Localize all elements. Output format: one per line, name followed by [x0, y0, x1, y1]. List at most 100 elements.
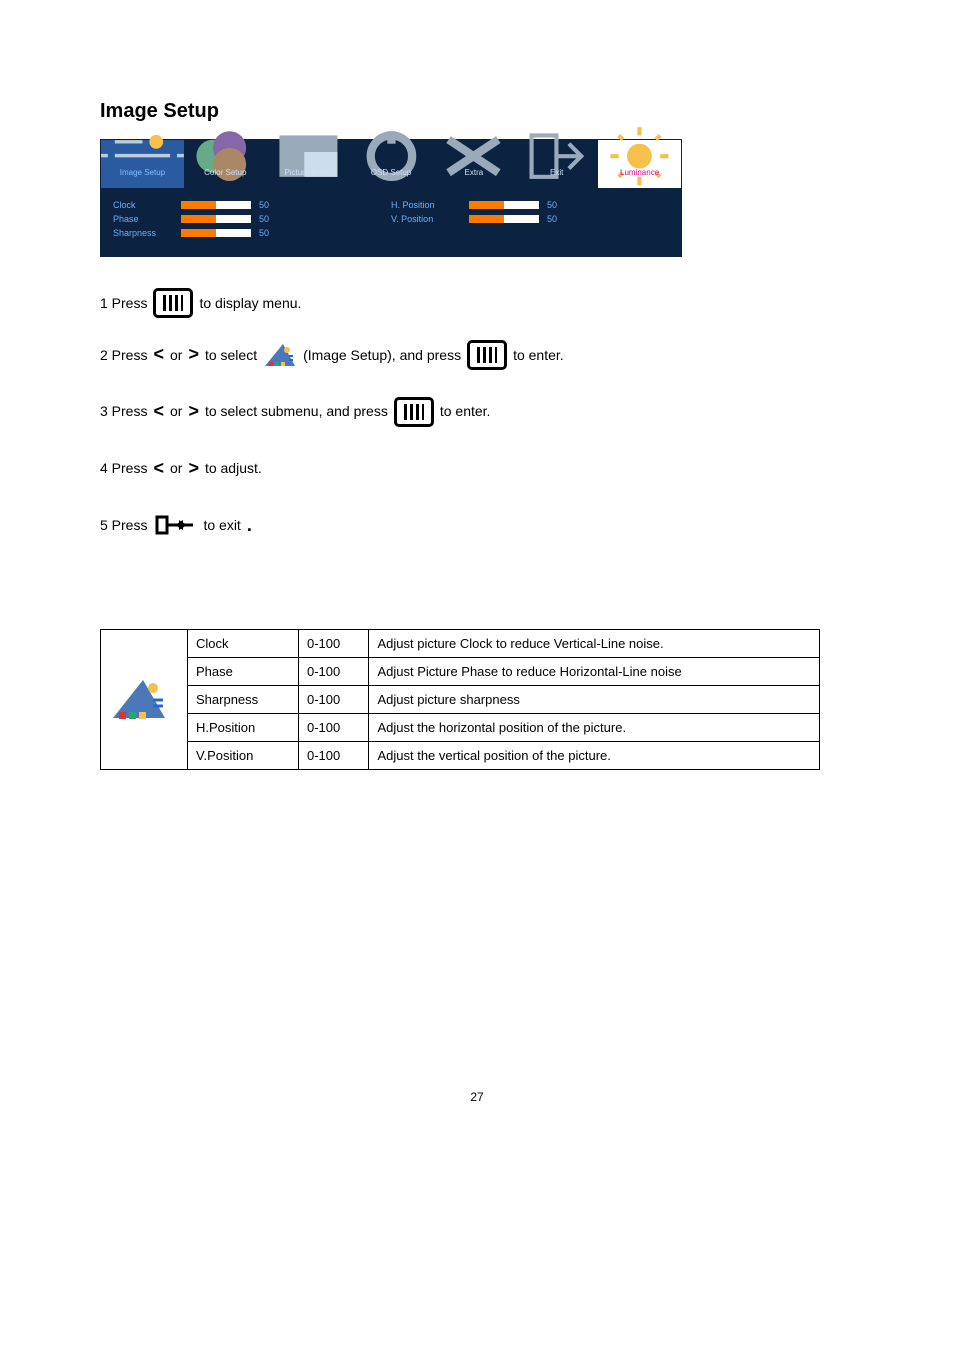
- osd-row-hpos: H. Position 50: [391, 200, 669, 210]
- param-desc: Adjust Picture Phase to reduce Horizonta…: [369, 657, 820, 685]
- slider-fill: [469, 215, 504, 223]
- slider-track: [181, 201, 251, 209]
- param-name: Sharpness: [188, 685, 299, 713]
- param-range: 0-100: [299, 741, 369, 769]
- menu-button-icon: [394, 397, 434, 427]
- step-4: 4 Press < or > to adjust.: [100, 445, 854, 492]
- osd-tab-luminance: Luminance: [598, 140, 681, 188]
- slider-track: [181, 229, 251, 237]
- step-text: to enter.: [513, 337, 564, 373]
- osd-row-phase: Phase 50: [113, 214, 391, 224]
- param-name: Phase: [188, 657, 299, 685]
- osd-row-clock: Clock 50: [113, 200, 391, 210]
- param-range: 0-100: [299, 713, 369, 741]
- osd-value: 50: [547, 200, 571, 210]
- osd-tab-extra: Extra: [432, 140, 515, 188]
- param-range: 0-100: [299, 657, 369, 685]
- step-text: 3 Press: [100, 393, 147, 429]
- param-desc: Adjust the horizontal position of the pi…: [369, 713, 820, 741]
- right-arrow-icon: >: [188, 388, 199, 435]
- step-text: to exit: [203, 507, 240, 543]
- left-arrow-icon: <: [153, 388, 164, 435]
- param-desc: Adjust picture Clock to reduce Vertical-…: [369, 629, 820, 657]
- auto-exit-icon: [153, 511, 197, 539]
- parameter-table: Clock 0-100 Adjust picture Clock to redu…: [100, 629, 820, 770]
- table-row: Sharpness 0-100 Adjust picture sharpness: [101, 685, 820, 713]
- left-arrow-icon: <: [153, 445, 164, 492]
- osd-tab-osd-setup: OSD Setup: [350, 140, 433, 188]
- picture-boost-icon: [267, 146, 350, 166]
- step-text: 4 Press: [100, 450, 147, 486]
- exit-icon: [515, 146, 598, 166]
- param-range: 0-100: [299, 685, 369, 713]
- param-name: V.Position: [188, 741, 299, 769]
- param-name: Clock: [188, 629, 299, 657]
- instruction-steps: 1 Press to display menu. 2 Press < or > …: [100, 285, 854, 549]
- osd-row-sharpness: Sharpness 50: [113, 228, 391, 238]
- step-period: .: [247, 502, 252, 549]
- osd-tab-exit: Exit: [515, 140, 598, 188]
- slider-fill: [181, 215, 216, 223]
- osd-screenshot: Image Setup Color Setup Picture Boost OS…: [100, 139, 682, 257]
- step-text: 2 Press: [100, 337, 147, 373]
- step-text: 1 Press: [100, 285, 147, 321]
- image-setup-icon: [109, 674, 169, 722]
- osd-tab-picture-boost: Picture Boost: [267, 140, 350, 188]
- step-3: 3 Press < or > to select submenu, and pr…: [100, 388, 854, 435]
- image-setup-icon: [263, 342, 297, 368]
- step-text: to enter.: [440, 393, 491, 429]
- osd-label: V. Position: [391, 214, 461, 224]
- menu-button-icon: [467, 340, 507, 370]
- step-text: to display menu.: [199, 285, 301, 321]
- extra-icon: [432, 146, 515, 166]
- left-arrow-icon: <: [153, 331, 164, 378]
- step-text: 5 Press: [100, 507, 147, 543]
- step-text: (Image Setup), and press: [303, 337, 461, 373]
- step-5: 5 Press to exit.: [100, 502, 854, 549]
- step-text: or: [170, 337, 182, 373]
- osd-label: Sharpness: [113, 228, 173, 238]
- step-text: to adjust.: [205, 450, 262, 486]
- slider-track: [469, 215, 539, 223]
- table-row: Clock 0-100 Adjust picture Clock to redu…: [101, 629, 820, 657]
- step-text: or: [170, 393, 182, 429]
- osd-tab-color-setup: Color Setup: [184, 140, 267, 188]
- osd-value: 50: [259, 214, 283, 224]
- page-number: 27: [100, 1090, 854, 1104]
- osd-tab-bar: Image Setup Color Setup Picture Boost OS…: [101, 140, 681, 188]
- osd-value: 50: [259, 200, 283, 210]
- step-text: to select submenu, and press: [205, 393, 388, 429]
- right-arrow-icon: >: [188, 331, 199, 378]
- osd-label: Clock: [113, 200, 173, 210]
- page-title: Image Setup: [100, 100, 854, 123]
- osd-label: Phase: [113, 214, 173, 224]
- step-text: or: [170, 450, 182, 486]
- table-row: V.Position 0-100 Adjust the vertical pos…: [101, 741, 820, 769]
- table-row: H.Position 0-100 Adjust the horizontal p…: [101, 713, 820, 741]
- slider-fill: [181, 201, 216, 209]
- step-text: to select: [205, 337, 257, 373]
- osd-tab-image-setup: Image Setup: [101, 140, 184, 188]
- right-arrow-icon: >: [188, 445, 199, 492]
- osd-row-vpos: V. Position 50: [391, 214, 669, 224]
- param-desc: Adjust picture sharpness: [369, 685, 820, 713]
- luminance-icon: [598, 146, 681, 166]
- slider-fill: [181, 229, 216, 237]
- osd-setup-icon: [350, 146, 433, 166]
- osd-value: 50: [259, 228, 283, 238]
- param-desc: Adjust the vertical position of the pict…: [369, 741, 820, 769]
- table-icon-cell: [101, 629, 188, 769]
- slider-track: [469, 201, 539, 209]
- color-setup-icon: [184, 146, 267, 166]
- step-1: 1 Press to display menu.: [100, 285, 854, 321]
- table-row: Phase 0-100 Adjust Picture Phase to redu…: [101, 657, 820, 685]
- slider-track: [181, 215, 251, 223]
- menu-button-icon: [153, 288, 193, 318]
- slider-fill: [469, 201, 504, 209]
- param-range: 0-100: [299, 629, 369, 657]
- param-name: H.Position: [188, 713, 299, 741]
- step-2: 2 Press < or > to select (Image Setup), …: [100, 331, 854, 378]
- image-setup-icon: [101, 146, 184, 166]
- osd-value: 50: [547, 214, 571, 224]
- osd-label: H. Position: [391, 200, 461, 210]
